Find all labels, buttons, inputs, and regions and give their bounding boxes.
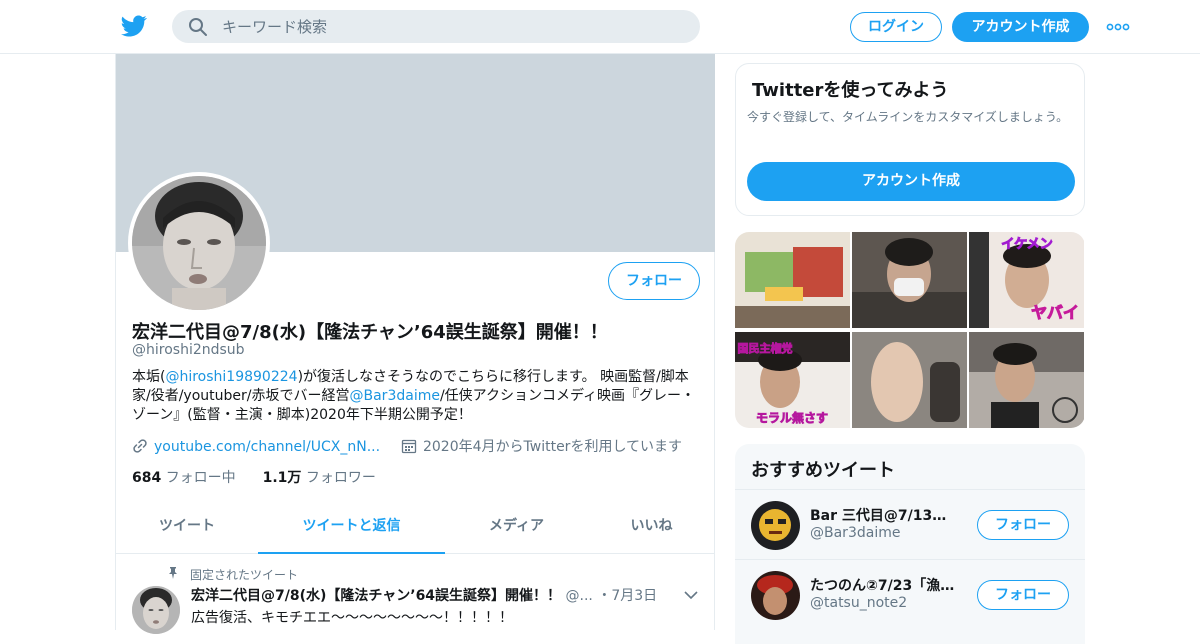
media-thumb[interactable]: イケメンヤバイ [969,232,1084,328]
profile-name: 宏洋二代目@7/8(水)【隆法チャン’64誤生誕祭】開催！！ [132,322,608,343]
pinned-label: 固定されたツイート [190,568,299,582]
profile-meta: youtube.com/channel/UCX_nN... 2020年4月からT… [132,436,682,456]
tweet-date[interactable]: ・7月3日 [597,588,657,604]
profile-handle[interactable]: @hiroshi2ndsub [132,342,245,358]
login-button[interactable]: ログイン [850,12,942,42]
top-bar: ログイン アカウント作成 [0,0,1200,54]
tab-likes[interactable]: いいね [588,504,715,554]
tab-tweets-replies[interactable]: ツイートと返信 [258,504,445,554]
signup-button[interactable]: アカウント作成 [952,12,1089,42]
tweet-handle[interactable]: @... [566,588,593,604]
signup-card-text: 今すぐ登録して、タイムラインをカスタマイズしましょう。 [747,110,1069,124]
followers-stat[interactable]: 1.1万 フォロワー [263,470,376,486]
reco-title: おすすめツイート [751,460,895,481]
profile-tabs: ツイート ツイートと返信 メディア いいね [116,504,715,554]
reco-avatar[interactable] [751,501,800,550]
signup-card: Twitterを使ってみよう 今すぐ登録して、タイムラインをカスタマイズしましょ… [735,63,1085,216]
search-box[interactable] [172,10,700,43]
media-caption: モラル無さす [756,410,828,425]
media-grid: イケメンヤバイ 国民主権党モラル無さす [735,232,1085,428]
reco-item[interactable]: Bar 三代目@7/13み… @Bar3daime フォロー [735,489,1085,559]
reco-name[interactable]: たつのん②7/23「漁… [810,575,960,595]
tweet-text: 広告復活、キモチエエ〜〜〜〜〜〜〜〜！！！！！ [191,610,513,626]
reco-item[interactable]: たつのん②7/23「漁… @tatsu_note2 フォロー [735,559,1085,629]
media-thumb[interactable] [969,332,1084,428]
profile-link[interactable]: youtube.com/channel/UCX_nN... [154,439,380,455]
tab-media[interactable]: メディア [445,504,588,554]
media-thumb[interactable]: 国民主権党モラル無さす [735,332,850,428]
profile-avatar[interactable] [128,172,270,314]
reco-avatar[interactable] [751,571,800,620]
following-stat[interactable]: 684 フォロー中 [132,470,236,486]
profile-stats: 684 フォロー中 1.1万 フォロワー [132,467,376,487]
reco-follow-button[interactable]: フォロー [977,580,1069,610]
chevron-down-icon[interactable] [684,590,698,600]
more-options-icon[interactable] [1106,17,1130,37]
bio-mention-link[interactable]: @Bar3daime [350,388,440,404]
tweet-avatar[interactable] [132,586,180,634]
media-caption: イケメン [1001,237,1053,252]
calendar-icon [401,439,417,454]
search-input[interactable] [222,10,682,43]
pinned-tweet[interactable]: 固定されたツイート 宏洋二代目@7/8(水)【隆法チャン’64誤生誕祭】開催！！… [116,554,715,634]
media-thumb[interactable] [735,232,850,328]
profile-bio: 本垢(@hiroshi19890224)が復活しなさそうなのでこちらに移行します… [132,368,702,425]
media-caption: 国民主権党 [738,341,793,355]
link-icon [133,439,147,453]
bio-mention-link[interactable]: @hiroshi19890224 [165,369,297,385]
reco-name[interactable]: Bar 三代目@7/13み… [810,505,960,525]
media-caption: ヤバイ [1031,303,1079,322]
reco-follow-button[interactable]: フォロー [977,510,1069,540]
media-thumb[interactable] [852,332,967,428]
twitter-bird-icon[interactable] [120,13,148,39]
follow-button[interactable]: フォロー [608,262,700,300]
pin-icon [169,567,177,579]
profile-column: フォロー 宏洋二代目@7/8(水)【隆法チャン’64誤生誕祭】開催！！ @hir… [115,54,715,634]
media-thumb[interactable] [852,232,967,328]
signup-card-button[interactable]: アカウント作成 [747,162,1075,201]
tweet-header: 宏洋二代目@7/8(水)【隆法チャン’64誤生誕祭】開催！！ @... ・7月3… [191,585,671,605]
tab-tweets[interactable]: ツイート [116,504,258,554]
reco-handle[interactable]: @Bar3daime [810,525,900,541]
signup-card-title: Twitterを使ってみよう [752,80,949,101]
recommended-tweets: おすすめツイート Bar 三代目@7/13み… @Bar3daime フォロー … [735,444,1085,644]
bio-text: 本垢( [132,369,166,385]
tweet-author[interactable]: 宏洋二代目@7/8(水)【隆法チャン’64誤生誕祭】開催！！ [191,588,561,604]
search-icon [189,18,207,36]
joined-date: 2020年4月からTwitterを利用しています [422,439,683,455]
reco-handle[interactable]: @tatsu_note2 [810,595,907,611]
